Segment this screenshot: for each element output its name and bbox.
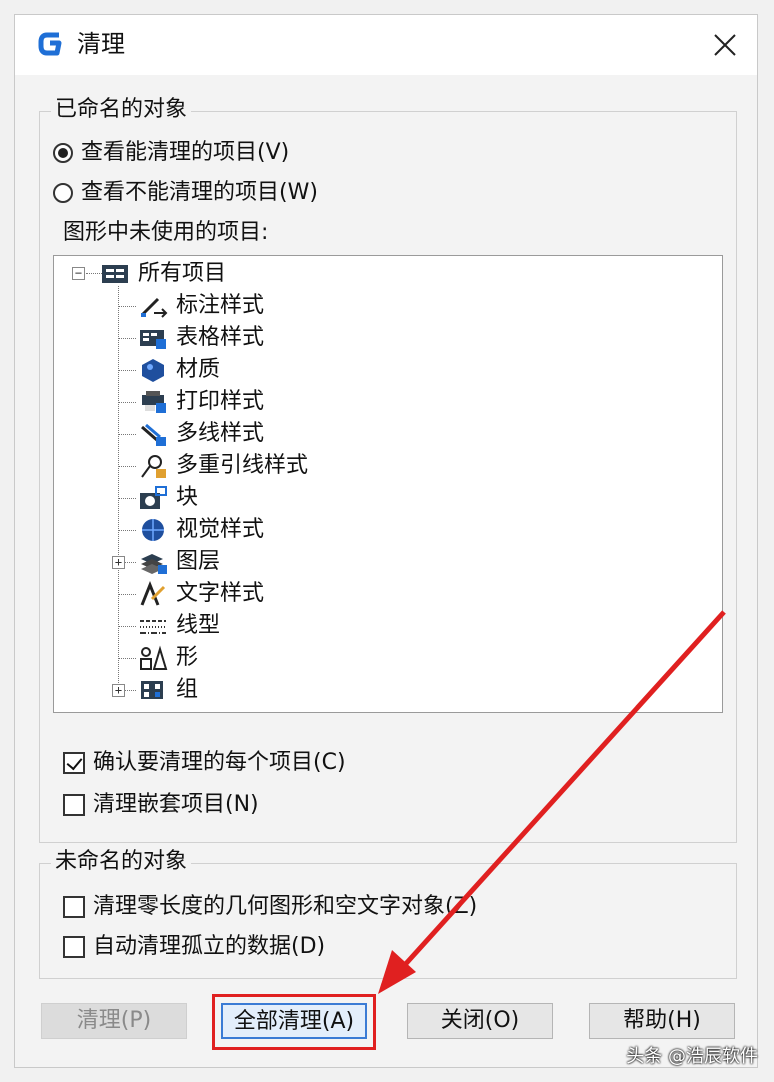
tree-item[interactable]: 形: [138, 644, 198, 672]
tree-item[interactable]: 材质: [138, 356, 220, 384]
tree-item[interactable]: 标注样式: [138, 292, 264, 320]
view-unpurgeable-radio[interactable]: 查看不能清理的项目(W): [53, 179, 318, 207]
tree-connector: [118, 370, 136, 371]
purge-nested-label: 清理嵌套项目(N): [93, 792, 259, 817]
tree-caption: 图形中未使用的项目:: [63, 220, 269, 245]
zero-length-checkbox[interactable]: 清理零长度的几何图形和空文字对象(Z): [63, 893, 477, 921]
view-purgeable-radio[interactable]: 查看能清理的项目(V): [53, 139, 289, 167]
expand-icon[interactable]: +: [112, 556, 125, 569]
material-icon: [142, 359, 164, 382]
tree-connector: [118, 338, 136, 339]
text-style-icon: [140, 581, 166, 606]
table-style-icon: [140, 330, 166, 349]
tree-item[interactable]: 多重引线样式: [138, 452, 308, 480]
purge-all-button[interactable]: 全部清理(A): [221, 1003, 367, 1039]
view-unpurgeable-label: 查看不能清理的项目(W): [81, 180, 318, 205]
tree-item-label: 材质: [176, 357, 221, 382]
tree-root[interactable]: 所有项目: [100, 260, 226, 288]
view-purgeable-label: 查看能清理的项目(V): [81, 140, 290, 165]
window-title: 清理: [77, 30, 125, 58]
tree-item-label: 图层: [176, 549, 221, 574]
tree-item[interactable]: 表格样式: [138, 324, 264, 352]
tree-item[interactable]: 组: [138, 676, 198, 704]
tree-item-label: 线型: [176, 613, 221, 638]
checkbox-unchecked-icon[interactable]: [63, 936, 85, 958]
tree-item[interactable]: 多线样式: [138, 420, 264, 448]
checkbox-checked-icon[interactable]: [63, 752, 85, 774]
named-objects-legend: 已命名的对象: [51, 97, 192, 123]
tree-item-label: 多重引线样式: [176, 453, 309, 478]
tree-connector: [118, 498, 136, 499]
tree-connector: [118, 658, 136, 659]
confirm-each-checkbox[interactable]: 确认要清理的每个项目(C): [63, 749, 346, 777]
tree-item[interactable]: 文字样式: [138, 580, 264, 608]
zero-length-label: 清理零长度的几何图形和空文字对象(Z): [93, 894, 478, 919]
tree-item-label: 标注样式: [176, 293, 265, 318]
tree-item-label: 文字样式: [176, 581, 265, 606]
checkbox-unchecked-icon[interactable]: [63, 794, 85, 816]
tree-item-label: 表格样式: [176, 325, 265, 350]
multileader-style-icon: [141, 455, 166, 478]
purge-button[interactable]: 清理(P): [41, 1003, 187, 1039]
tree-item-label: 组: [176, 677, 199, 702]
dimension-style-icon: [140, 297, 168, 318]
tree-connector: [118, 286, 119, 691]
tree-item[interactable]: 块: [138, 484, 198, 512]
unnamed-objects-legend: 未命名的对象: [51, 849, 192, 875]
unused-items-tree[interactable]: − 所有项目 标注样式表格样式材质打印样式多线样式多重引线样式块视觉样式 + 图层文…: [53, 255, 723, 713]
purge-dialog: 清理 已命名的对象 查看能清理的项目(V) 查看不能清理的项目(W) 图形中未使…: [14, 14, 758, 1068]
linetype-icon: [140, 620, 166, 634]
tree-connector: [118, 434, 136, 435]
radio-selected-icon[interactable]: [53, 143, 73, 163]
group-icon: [141, 681, 163, 699]
tree-item-label: 打印样式: [176, 389, 265, 414]
tree-connector: [118, 530, 136, 531]
all-items-icon: [102, 265, 128, 283]
tree-connector: [118, 594, 136, 595]
orphaned-data-label: 自动清理孤立的数据(D): [93, 934, 326, 959]
checkbox-unchecked-icon[interactable]: [63, 896, 85, 918]
tree-item[interactable]: 打印样式: [138, 388, 264, 416]
app-logo-icon: [38, 32, 62, 56]
shape-icon: [140, 645, 168, 670]
layer-icon: [141, 554, 167, 574]
visual-style-icon: [142, 519, 164, 541]
title-bar: 清理: [15, 15, 757, 75]
watermark-text: 头条 @浩辰软件: [626, 1046, 758, 1067]
expand-icon[interactable]: +: [112, 684, 125, 697]
close-icon[interactable]: [701, 21, 749, 69]
tree-item[interactable]: 线型: [138, 612, 220, 640]
tree-connector: [118, 402, 136, 403]
tree-root-label: 所有项目: [138, 261, 227, 286]
radio-unselected-icon[interactable]: [53, 183, 73, 203]
tree-item[interactable]: 图层: [138, 548, 220, 576]
help-button[interactable]: 帮助(H): [589, 1003, 735, 1039]
tree-item-label: 多线样式: [176, 421, 265, 446]
close-button[interactable]: 关闭(O): [407, 1003, 553, 1039]
plot-style-icon: [142, 391, 166, 413]
tree-item-label: 块: [176, 485, 199, 510]
unnamed-objects-group: [39, 863, 737, 979]
tree-item-label: 视觉样式: [176, 517, 265, 542]
tree-connector: [118, 626, 136, 627]
tree-item-label: 形: [176, 645, 199, 670]
collapse-icon[interactable]: −: [72, 267, 85, 280]
multiline-style-icon: [141, 423, 166, 446]
block-icon: [140, 486, 167, 509]
confirm-each-label: 确认要清理的每个项目(C): [93, 750, 346, 775]
tree-connector: [118, 306, 136, 307]
orphaned-data-checkbox[interactable]: 自动清理孤立的数据(D): [63, 933, 325, 961]
tree-item[interactable]: 视觉样式: [138, 516, 264, 544]
tree-connector: [118, 466, 136, 467]
purge-nested-checkbox[interactable]: 清理嵌套项目(N): [63, 791, 259, 819]
